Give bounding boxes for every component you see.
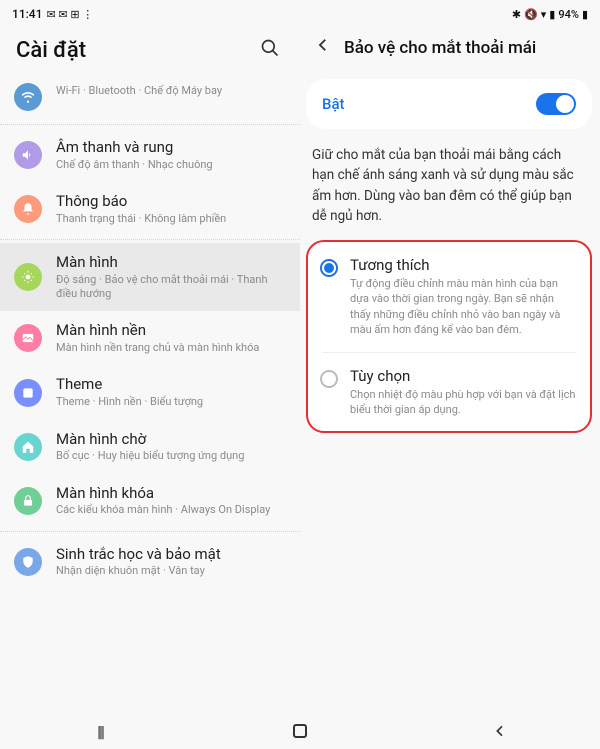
- divider: [0, 124, 300, 125]
- item-subtitle: Bố cục · Huy hiệu biểu tượng ứng dụng: [56, 449, 286, 463]
- option-subtitle: Chọn nhiệt độ màu phù hợp với bạn và đặt…: [350, 387, 576, 418]
- page-title: Cài đặt: [16, 38, 86, 63]
- wifi-icon: ▾: [541, 8, 547, 21]
- item-title: Âm thanh và rung: [56, 138, 286, 157]
- settings-item-lockscreen[interactable]: Màn hình khóa Các kiểu khóa màn hình · A…: [0, 474, 300, 528]
- item-subtitle: Wi-Fi · Bluetooth · Chế độ Máy bay: [56, 84, 286, 98]
- divider: [0, 531, 300, 532]
- image-icon: [14, 324, 42, 352]
- shield-icon: [14, 548, 42, 576]
- bluetooth-icon: ✱: [512, 8, 521, 21]
- option-subtitle: Tự động điều chỉnh màu màn hình của bạn …: [350, 276, 576, 338]
- item-subtitle: Các kiểu khóa màn hình · Always On Displ…: [56, 503, 286, 517]
- toggle-switch[interactable]: [536, 93, 576, 115]
- bell-icon: [14, 195, 42, 223]
- home-icon: [14, 433, 42, 461]
- item-subtitle: Theme · Hình nền · Biểu tượng: [56, 395, 286, 409]
- detail-header: Bảo vệ cho mắt thoải mái: [300, 24, 600, 75]
- item-subtitle: Thanh trạng thái · Không làm phiền: [56, 212, 286, 226]
- clock: 11:41: [12, 7, 42, 21]
- wifi-icon: [14, 83, 42, 111]
- detail-title: Bảo vệ cho mắt thoải mái: [344, 38, 536, 58]
- option-title: Tương thích: [350, 256, 576, 274]
- item-subtitle: Chế độ âm thanh · Nhạc chuông: [56, 158, 286, 172]
- item-title: Thông báo: [56, 192, 286, 211]
- settings-item-notifications[interactable]: Thông báo Thanh trạng thái · Không làm p…: [0, 182, 300, 236]
- settings-item-biometrics[interactable]: Sinh trắc học và bảo mật Nhận diện khuôn…: [0, 535, 300, 589]
- toggle-label: Bật: [322, 95, 345, 113]
- settings-item-display[interactable]: Màn hình Độ sáng · Bảo vệ cho mắt thoải …: [0, 243, 300, 311]
- status-bar: 11:41 ✉ ✉ ⊞ ⋮ ✱ 🔇 ▾ ▮ 94% ▮: [0, 0, 600, 24]
- battery-icon: ▮: [582, 8, 588, 21]
- nav-back-button[interactable]: [480, 723, 520, 739]
- item-title: Màn hình chờ: [56, 430, 286, 449]
- eye-comfort-panel: Bảo vệ cho mắt thoải mái Bật Giữ cho mắt…: [300, 24, 600, 714]
- settings-item-wallpaper[interactable]: Màn hình nền Màn hình nền trang chủ và m…: [0, 311, 300, 365]
- nav-recent-button[interactable]: |||: [80, 722, 120, 741]
- sun-icon: [14, 263, 42, 291]
- palette-icon: [14, 379, 42, 407]
- mute-icon: 🔇: [524, 8, 538, 21]
- option-custom[interactable]: Tùy chọn Chọn nhiệt độ màu phù hợp với b…: [308, 353, 590, 432]
- item-title: Màn hình nền: [56, 321, 286, 340]
- back-button[interactable]: [312, 34, 334, 61]
- navigation-bar: |||: [0, 714, 600, 748]
- settings-item-sound[interactable]: Âm thanh và rung Chế độ âm thanh · Nhạc …: [0, 128, 300, 182]
- feature-description: Giữ cho mắt của bạn thoải mái bằng cách …: [300, 139, 600, 240]
- item-subtitle: Nhận diện khuôn mặt · Vân tay: [56, 564, 286, 578]
- nav-home-button[interactable]: [280, 724, 320, 738]
- settings-header: Cài đặt: [0, 24, 300, 83]
- speaker-icon: [14, 141, 42, 169]
- search-icon[interactable]: [256, 34, 284, 67]
- item-subtitle: Màn hình nền trang chủ và màn hình khóa: [56, 341, 286, 355]
- settings-item-theme[interactable]: Theme Theme · Hình nền · Biểu tượng: [0, 365, 300, 419]
- status-right: ✱ 🔇 ▾ ▮ 94% ▮: [512, 8, 588, 21]
- signal-icon: ▮: [549, 8, 555, 21]
- master-toggle-row[interactable]: Bật: [306, 79, 592, 129]
- radio-icon: [320, 259, 338, 277]
- option-adaptive[interactable]: Tương thích Tự động điều chỉnh màu màn h…: [308, 242, 590, 352]
- item-title: Màn hình: [56, 253, 286, 272]
- master-toggle-card: Bật: [306, 79, 592, 129]
- notif-icons: ✉ ✉ ⊞ ⋮: [46, 8, 93, 21]
- settings-item-homescreen[interactable]: Màn hình chờ Bố cục · Huy hiệu biểu tượn…: [0, 420, 300, 474]
- settings-list-panel: Cài đặt Wi-Fi · Bluetooth · Chế độ Máy b…: [0, 24, 300, 714]
- divider: [0, 239, 300, 240]
- item-title: Theme: [56, 375, 286, 394]
- item-title: Màn hình khóa: [56, 484, 286, 503]
- battery-percent: 94%: [558, 8, 579, 21]
- option-title: Tùy chọn: [350, 367, 576, 385]
- settings-item-connections[interactable]: Wi-Fi · Bluetooth · Chế độ Máy bay: [0, 83, 300, 121]
- item-title: Sinh trắc học và bảo mật: [56, 545, 286, 564]
- item-subtitle: Độ sáng · Bảo vệ cho mắt thoải mái · Tha…: [56, 273, 286, 302]
- radio-icon: [320, 370, 338, 388]
- status-left: 11:41 ✉ ✉ ⊞ ⋮: [12, 7, 93, 21]
- lock-icon: [14, 487, 42, 515]
- mode-selection-card: Tương thích Tự động điều chỉnh màu màn h…: [306, 240, 592, 433]
